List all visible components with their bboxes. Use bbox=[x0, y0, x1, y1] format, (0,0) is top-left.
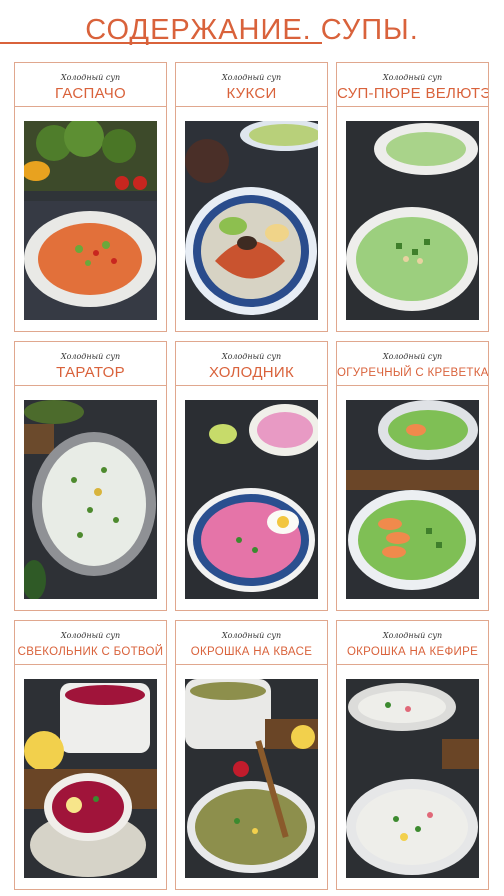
card-divider bbox=[15, 664, 166, 665]
card-title: ТАРАТОР bbox=[56, 364, 125, 381]
card-kuksi[interactable]: Холодный суп КУКСИ bbox=[175, 62, 328, 332]
card-divider bbox=[337, 106, 488, 107]
card-cucumber-shrimp[interactable]: Холодный суп ОГУРЕЧНЫЙ С КРЕВЕТКАМИ bbox=[336, 341, 489, 611]
card-title: ХОЛОДНИК bbox=[208, 364, 295, 381]
card-tarator[interactable]: Холодный суп ТАРАТОР bbox=[14, 341, 167, 611]
card-divider bbox=[337, 664, 488, 665]
soup-photo bbox=[185, 400, 318, 599]
card-kholodnik[interactable]: Холодный суп ХОЛОДНИК bbox=[175, 341, 328, 611]
card-svekolnik[interactable]: Холодный суп СВЕКОЛЬНИК С БОТВОЙ bbox=[14, 620, 167, 890]
okroshka-kefir-photo bbox=[346, 679, 479, 878]
svekolnik-photo bbox=[24, 679, 157, 878]
card-okroshka-kefir[interactable]: Холодный суп ОКРОШКА НА КЕФИРЕ bbox=[336, 620, 489, 890]
title-underline bbox=[0, 42, 322, 44]
kholodnik-photo bbox=[185, 400, 318, 599]
card-title: ГАСПАЧО bbox=[54, 85, 126, 102]
card-veloute[interactable]: Холодный суп СУП-ПЮРЕ ВЕЛЮТЭ bbox=[336, 62, 489, 332]
card-gazpacho[interactable]: Холодный суп ГАСПАЧО bbox=[14, 62, 167, 332]
cucumber-shrimp-photo bbox=[346, 400, 479, 599]
tarator-photo bbox=[24, 400, 157, 599]
soup-photo bbox=[346, 121, 479, 320]
card-caption: Холодный суп bbox=[60, 352, 121, 361]
card-divider bbox=[176, 106, 327, 107]
soup-photo bbox=[185, 121, 318, 320]
card-caption: Холодный суп bbox=[221, 631, 282, 640]
card-title: ОКРОШКА НА КЕФИРЕ bbox=[346, 646, 479, 658]
card-caption: Холодный суп bbox=[60, 631, 121, 640]
soup-grid: Холодный суп ГАСПАЧО Холодный суп КУКСИ … bbox=[14, 62, 492, 890]
veloute-photo bbox=[346, 121, 479, 320]
card-divider bbox=[15, 106, 166, 107]
card-divider bbox=[176, 385, 327, 386]
soup-photo bbox=[346, 679, 479, 878]
soup-photo bbox=[24, 679, 157, 878]
gazpacho-photo bbox=[24, 121, 157, 320]
card-caption: Холодный суп bbox=[221, 73, 282, 82]
card-okroshka-kvas[interactable]: Холодный суп ОКРОШКА НА КВАСЕ bbox=[175, 620, 328, 890]
card-divider bbox=[15, 385, 166, 386]
card-caption: Холодный суп bbox=[221, 352, 282, 361]
soup-photo bbox=[24, 400, 157, 599]
kuksi-photo bbox=[185, 121, 318, 320]
soup-photo bbox=[24, 121, 157, 320]
card-title: СВЕКОЛЬНИК С БОТВОЙ bbox=[17, 646, 164, 658]
card-title: КУКСИ bbox=[226, 85, 277, 102]
card-caption: Холодный суп bbox=[382, 73, 443, 82]
card-title: СУП-ПЮРЕ ВЕЛЮТЭ bbox=[337, 85, 489, 102]
okroshka-kvas-photo bbox=[185, 679, 318, 878]
soup-photo bbox=[185, 679, 318, 878]
soup-photo bbox=[346, 400, 479, 599]
card-divider bbox=[337, 385, 488, 386]
card-caption: Холодный суп bbox=[382, 352, 443, 361]
card-title: ОКРОШКА НА КВАСЕ bbox=[190, 646, 313, 658]
card-title: ОГУРЕЧНЫЙ С КРЕВЕТКАМИ bbox=[337, 367, 489, 379]
card-caption: Холодный суп bbox=[382, 631, 443, 640]
card-caption: Холодный суп bbox=[60, 73, 121, 82]
card-divider bbox=[176, 664, 327, 665]
